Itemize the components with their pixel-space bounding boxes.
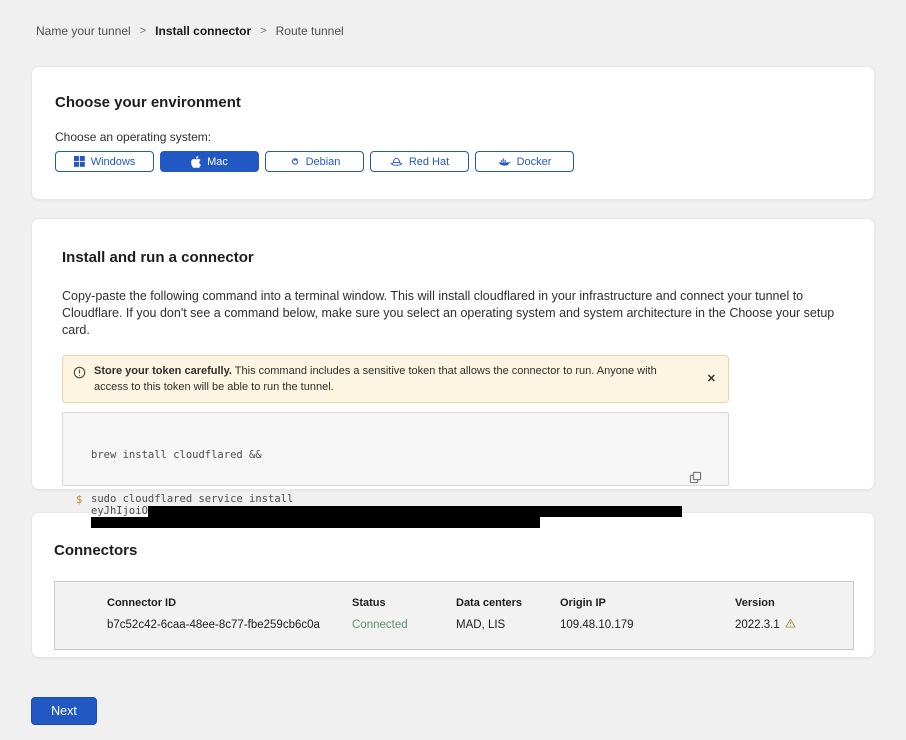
install-command-code-block: brew install cloudflared && $ sudo cloud… bbox=[62, 412, 729, 486]
token-warning-banner: Store your token carefully. This command… bbox=[62, 355, 729, 403]
info-circle-icon bbox=[73, 366, 86, 384]
status-badge: Connected bbox=[352, 619, 456, 631]
os-button-windows[interactable]: Windows bbox=[55, 151, 154, 172]
col-header-data-centers: Data centers bbox=[456, 597, 560, 609]
os-button-label: Mac bbox=[207, 156, 228, 168]
breadcrumb-separator: > bbox=[260, 25, 266, 37]
apple-icon bbox=[191, 156, 201, 168]
col-header-connector-id: Connector ID bbox=[107, 597, 352, 609]
code-command-lines: sudo cloudflared service install eyJhIjo… bbox=[91, 494, 682, 529]
os-button-label: Windows bbox=[91, 156, 136, 168]
os-button-debian[interactable]: Debian bbox=[265, 151, 364, 172]
redacted-token-bar bbox=[148, 506, 682, 517]
os-button-mac[interactable]: Mac bbox=[160, 151, 259, 172]
debian-icon bbox=[289, 156, 300, 167]
install-description: Copy-paste the following command into a … bbox=[62, 288, 854, 339]
col-header-status: Status bbox=[352, 597, 456, 609]
connector-row: b7c52c42-6caa-48ee-8c77-fbe259cb6c0a Con… bbox=[107, 618, 853, 631]
warning-triangle-icon bbox=[785, 618, 796, 631]
choose-environment-card: Choose your environment Choose an operat… bbox=[31, 66, 875, 200]
copy-icon bbox=[659, 472, 702, 502]
origin-ip-value: 109.48.10.179 bbox=[560, 619, 735, 631]
docker-icon bbox=[498, 156, 511, 167]
install-connector-card: Install and run a connector Copy-paste t… bbox=[31, 218, 875, 490]
breadcrumb-step-install-connector[interactable]: Install connector bbox=[155, 24, 251, 38]
code-line-service-install: sudo cloudflared service install bbox=[91, 493, 293, 505]
token-visible-text: eyJhIjoiO bbox=[91, 505, 148, 517]
col-header-version: Version bbox=[735, 597, 853, 609]
connectors-table: Connector ID Status Data centers Origin … bbox=[54, 581, 854, 650]
os-button-redhat[interactable]: Red Hat bbox=[370, 151, 469, 172]
windows-icon bbox=[74, 156, 85, 167]
code-line-brew: brew install cloudflared && bbox=[76, 449, 714, 461]
shell-prompt: $ bbox=[76, 494, 91, 529]
connector-id-value: b7c52c42-6caa-48ee-8c77-fbe259cb6c0a bbox=[107, 619, 352, 631]
os-button-label: Docker bbox=[517, 156, 552, 168]
version-value: 2022.3.1 bbox=[735, 619, 780, 631]
breadcrumb-separator: > bbox=[140, 25, 146, 37]
os-button-label: Debian bbox=[306, 156, 341, 168]
token-warning-bold: Store your token carefully. bbox=[94, 365, 232, 377]
copy-button[interactable] bbox=[657, 439, 704, 519]
breadcrumb-step-route-tunnel[interactable]: Route tunnel bbox=[276, 24, 344, 38]
os-button-group: Windows Mac Debian Red Hat Docker bbox=[55, 151, 851, 172]
close-icon[interactable]: ✕ bbox=[705, 372, 718, 387]
environment-card-title: Choose your environment bbox=[55, 94, 851, 111]
breadcrumb-step-name-your-tunnel[interactable]: Name your tunnel bbox=[36, 24, 131, 38]
col-header-origin-ip: Origin IP bbox=[560, 597, 735, 609]
breadcrumb: Name your tunnel > Install connector > R… bbox=[0, 0, 906, 38]
redacted-token-bar bbox=[91, 517, 540, 528]
redhat-icon bbox=[390, 156, 403, 167]
data-centers-value: MAD, LIS bbox=[456, 619, 560, 631]
os-select-label: Choose an operating system: bbox=[55, 130, 851, 144]
os-button-docker[interactable]: Docker bbox=[475, 151, 574, 172]
connectors-table-header: Connector ID Status Data centers Origin … bbox=[107, 597, 853, 609]
token-warning-text: Store your token carefully. This command… bbox=[94, 363, 697, 395]
os-button-label: Red Hat bbox=[409, 156, 449, 168]
next-button[interactable]: Next bbox=[31, 697, 97, 725]
install-card-title: Install and run a connector bbox=[62, 249, 844, 266]
